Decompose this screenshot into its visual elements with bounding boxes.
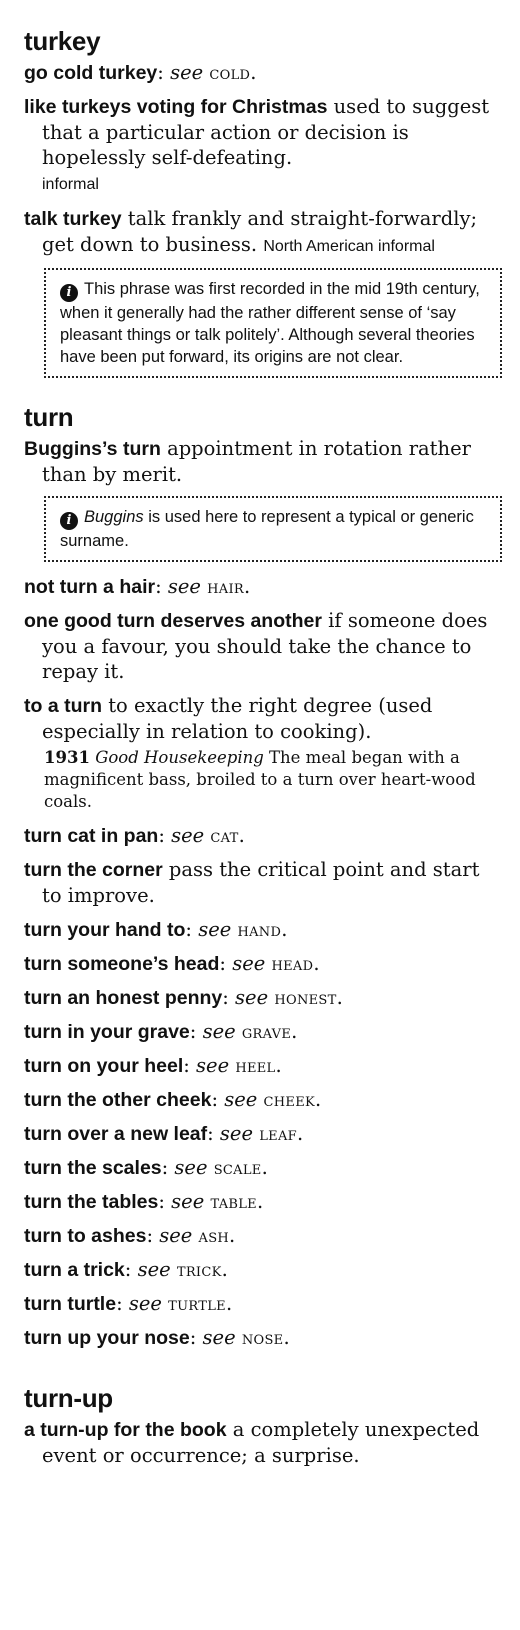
headword-turn-up: turn-up (24, 1383, 113, 1413)
entry-turn-cat-in-pan: turn cat in pan: see cat. (24, 824, 245, 847)
cross-reference: trick (176, 1260, 222, 1281)
entry-turn-a-trick: turn a trick: see trick. (24, 1258, 228, 1281)
phrase: talk turkey (24, 208, 122, 230)
phrase: turn the corner (24, 859, 163, 881)
phrase: turn to ashes (24, 1225, 147, 1247)
see-label: see (174, 1156, 208, 1179)
see-label: see (202, 1020, 236, 1043)
entry-turn-turtle: turn turtle: see turtle. (24, 1292, 233, 1315)
cross-reference: heel (235, 1056, 276, 1077)
entry-turn-your-hand-to: turn your hand to: see hand. (24, 918, 288, 941)
see-label: see (235, 986, 269, 1009)
cross-reference: table (210, 1192, 257, 1213)
see-label: see (232, 952, 266, 975)
phrase: Buggins’s turn (24, 438, 161, 460)
entry-not-turn-a-hair: not turn a hair: see hair. (24, 575, 251, 598)
see-label: see (137, 1258, 171, 1281)
see-label: see (198, 918, 232, 941)
see-label: see (219, 1122, 254, 1145)
entry-a-turn-up-for-the-book: a turn-up for the book a completely unex… (24, 1417, 502, 1468)
phrase: turn turtle (24, 1293, 117, 1315)
usage-label: informal (42, 176, 99, 193)
dictionary-page: turkey go cold turkey: see cold. like tu… (24, 26, 502, 1477)
see-label: see (196, 1054, 230, 1077)
phrase: turn on your heel (24, 1055, 184, 1077)
entry-turn-up-your-nose: turn up your nose: see nose. (24, 1326, 290, 1349)
phrase: turn the tables (24, 1191, 159, 1213)
info-icon: i (60, 284, 78, 302)
phrase: turn your hand to (24, 919, 186, 941)
see-label: see (171, 1190, 205, 1213)
cross-reference: hair (207, 577, 245, 598)
phrase: turn an honest penny (24, 987, 223, 1009)
entry-turn-the-other-cheek: turn the other cheek: see cheek. (24, 1088, 322, 1111)
phrase: not turn a hair (24, 576, 156, 598)
phrase: turn in your grave (24, 1021, 190, 1043)
see-label: see (128, 1292, 162, 1315)
see-label: see (170, 61, 204, 84)
cross-reference: hand (237, 920, 282, 941)
see-label: see (171, 824, 205, 847)
quotation: 1931 Good Housekeeping The meal began wi… (44, 747, 502, 813)
cross-reference: turtle (168, 1294, 226, 1315)
entry-turn-the-scales: turn the scales: see scale. (24, 1156, 268, 1179)
phrase: turn the other cheek (24, 1089, 212, 1111)
see-label: see (202, 1326, 236, 1349)
cross-reference: ash (198, 1226, 230, 1247)
entry-talk-turkey: talk turkey talk frankly and straight-fo… (24, 206, 502, 259)
usage-note-buggins: i Buggins is used here to represent a typ… (44, 496, 502, 562)
cross-reference: scale (213, 1158, 262, 1179)
headword-turn: turn (24, 402, 74, 432)
see-label: see (159, 1224, 193, 1247)
see-label: see (224, 1088, 258, 1111)
entry-turn-the-corner: turn the corner pass the critical point … (24, 857, 502, 908)
entry-one-good-turn: one good turn deserves another if someon… (24, 608, 502, 684)
cross-reference: honest (274, 988, 337, 1009)
phrase: turn over a new leaf (24, 1123, 208, 1145)
see-label: see (167, 575, 201, 598)
quote-source: Good Housekeeping (95, 748, 264, 767)
info-icon: i (60, 512, 78, 530)
cross-reference: nose (241, 1328, 284, 1349)
entry-like-turkeys-voting: like turkeys voting for Christmas used t… (24, 94, 502, 197)
entry-turn-an-honest-penny: turn an honest penny: see honest. (24, 986, 343, 1009)
note-term: Buggins (84, 508, 144, 526)
note-text: This phrase was first recorded in the mi… (60, 280, 480, 366)
phrase: turn the scales (24, 1157, 162, 1179)
cross-reference: grave (241, 1022, 292, 1043)
phrase: turn cat in pan (24, 825, 159, 847)
usage-label: North American informal (263, 238, 435, 255)
quote-year: 1931 (44, 748, 90, 767)
cross-reference: leaf (259, 1124, 297, 1145)
phrase: like turkeys voting for Christmas (24, 96, 328, 118)
entry-turn-on-your-heel: turn on your heel: see heel. (24, 1054, 282, 1077)
entry-turn-to-ashes: turn to ashes: see ash. (24, 1224, 236, 1247)
phrase: turn up your nose (24, 1327, 190, 1349)
phrase: turn someone’s head (24, 953, 220, 975)
phrase: go cold turkey (24, 62, 158, 84)
entry-turn-someones-head: turn someone’s head: see head. (24, 952, 320, 975)
cross-reference: head (271, 954, 314, 975)
phrase: to a turn (24, 695, 102, 717)
entry-turn-over-a-new-leaf: turn over a new leaf: see leaf. (24, 1122, 304, 1145)
cross-reference: cold (209, 63, 251, 84)
entry-go-cold-turkey: go cold turkey: see cold. (24, 61, 257, 84)
entry-to-a-turn: to a turn to exactly the right degree (u… (24, 693, 502, 744)
entry-bugginss-turn: Buggins’s turn appointment in rotation r… (24, 436, 502, 487)
cross-reference: cat (210, 826, 239, 847)
cross-reference: cheek (263, 1090, 316, 1111)
entry-turn-the-tables: turn the tables: see table. (24, 1190, 264, 1213)
phrase: a turn-up for the book (24, 1419, 227, 1441)
phrase: turn a trick (24, 1259, 125, 1281)
entry-turn-in-your-grave: turn in your grave: see grave. (24, 1020, 298, 1043)
phrase: one good turn deserves another (24, 610, 322, 632)
usage-note-talk-turkey: i This phrase was first recorded in the m… (44, 268, 502, 378)
headword-turkey: turkey (24, 26, 101, 56)
